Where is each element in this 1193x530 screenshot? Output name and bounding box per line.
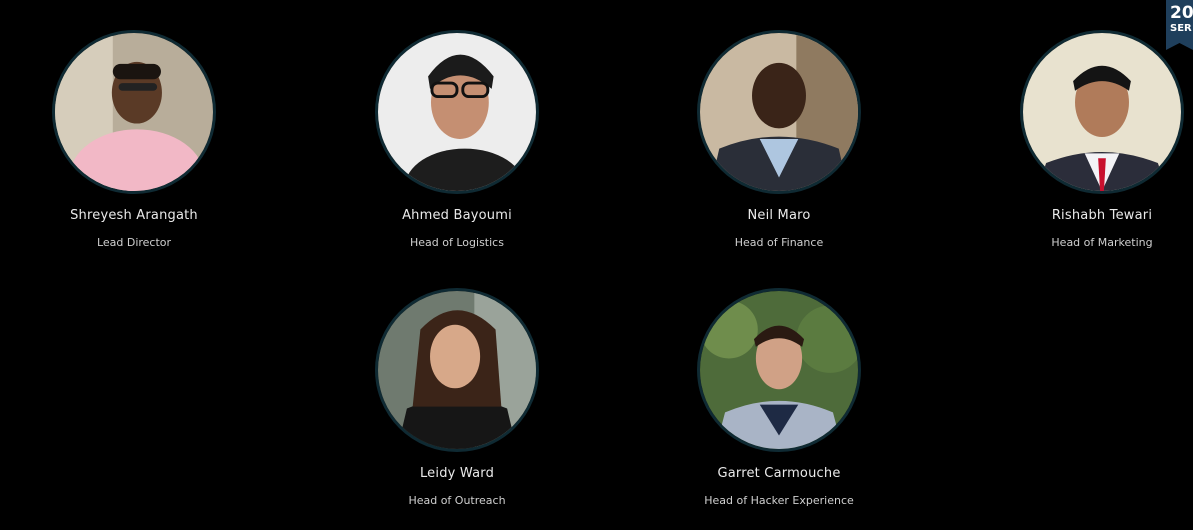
avatar [52,30,216,194]
avatar [697,30,861,194]
person-photo-icon [1023,33,1181,191]
member-name: Leidy Ward [419,466,495,481]
team-member-card: Shreyesh Arangath Lead Director [14,30,254,249]
member-name: Garret Carmouche [717,466,841,481]
member-name: Ahmed Bayoumi [402,208,512,223]
member-role: Lead Director [96,236,172,249]
person-photo-icon [700,291,858,449]
member-role: Head of Finance [734,236,824,249]
member-role: Head of Outreach [408,494,506,507]
member-role: Head of Marketing [1051,236,1153,249]
person-photo-icon [378,291,536,449]
person-photo-icon [700,33,858,191]
member-name: Neil Maro [747,208,811,223]
person-photo-icon [55,33,213,191]
avatar [375,288,539,452]
team-member-card: Garret Carmouche Head of Hacker Experien… [659,288,899,507]
team-member-card: Neil Maro Head of Finance [659,30,899,249]
member-name: Shreyesh Arangath [70,208,198,223]
team-member-card: Ahmed Bayoumi Head of Logistics [337,30,577,249]
avatar [697,288,861,452]
team-member-card: Rishabh Tewari Head of Marketing [982,30,1193,249]
person-photo-icon [378,33,536,191]
member-name: Rishabh Tewari [1051,208,1153,223]
member-role: Head of Logistics [410,236,504,249]
member-role: Head of Hacker Experience [704,494,854,507]
badge-line-1: 20 [1170,3,1193,23]
avatar [375,30,539,194]
team-member-card: Leidy Ward Head of Outreach [337,288,577,507]
avatar [1020,30,1184,194]
